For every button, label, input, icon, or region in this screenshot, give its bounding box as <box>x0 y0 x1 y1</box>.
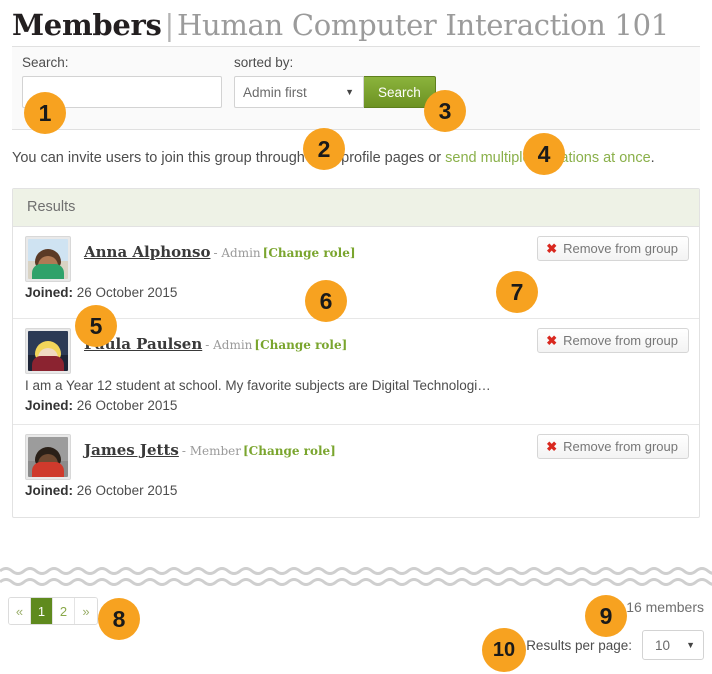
member-role: - Admin <box>213 246 261 260</box>
results-heading: Results <box>13 189 699 227</box>
avatar-body <box>32 462 64 477</box>
pagination-next[interactable]: » <box>75 598 97 624</box>
chevron-down-icon: ▼ <box>686 640 695 650</box>
remove-from-group-label: Remove from group <box>563 333 678 348</box>
change-role-link[interactable]: [Change role] <box>252 338 347 352</box>
member-meta: James Jetts - Member [Change role] <box>84 434 336 460</box>
avatar[interactable] <box>25 434 71 480</box>
member-meta: Paula Paulsen - Admin [Change role] <box>84 328 347 354</box>
joined-label: Joined: <box>25 285 74 300</box>
avatar[interactable] <box>25 236 71 282</box>
member-meta: Anna Alphonso - Admin [Change role] <box>84 236 356 262</box>
sorted-by-label: sorted by: <box>234 55 294 70</box>
sort-and-search-group: Admin first ▼ Search <box>234 76 436 108</box>
avatar-body <box>32 264 64 279</box>
results-per-page-label: Results per page: <box>526 637 632 653</box>
table-row: Anna Alphonso - Admin [Change role] Joined… <box>13 227 699 319</box>
callout-badge-7: 7 <box>496 271 538 313</box>
search-label: Search: <box>22 55 69 70</box>
sort-field-block: sorted by: Admin first ▼ Search <box>234 55 436 108</box>
close-icon: ✖ <box>546 439 558 454</box>
table-row: James Jetts - Member [Change role] Joined:… <box>13 425 699 517</box>
change-role-link[interactable]: [Change role] <box>261 246 356 260</box>
results-panel: Results Anna Alphonso - Admin [Change role… <box>12 188 700 518</box>
joined-date: 26 October 2015 <box>76 483 178 498</box>
pagination: « 1 2 » <box>8 597 98 625</box>
joined-date: 26 October 2015 <box>76 398 178 413</box>
callout-badge-6: 6 <box>305 280 347 322</box>
page-header: Members | Human Computer Interaction 101 <box>0 0 712 46</box>
remove-from-group-label: Remove from group <box>563 439 678 454</box>
member-count: 16 members <box>626 599 704 615</box>
page-title-group-name: Human Computer Interaction 101 <box>176 8 669 42</box>
remove-from-group-button[interactable]: ✖ Remove from group <box>537 434 689 459</box>
avatar[interactable] <box>25 328 71 374</box>
pagination-page-1[interactable]: 1 <box>31 598 53 624</box>
remove-from-group-button[interactable]: ✖ Remove from group <box>537 328 689 353</box>
callout-badge-3: 3 <box>424 90 466 132</box>
invite-text-after: . <box>650 150 655 166</box>
member-bio: I am a Year 12 student at school. My fav… <box>25 378 491 393</box>
remove-from-group-label: Remove from group <box>563 241 678 256</box>
search-field-row: Search: sorted by: Admin first ▼ Search <box>22 55 690 108</box>
pagination-previous[interactable]: « <box>9 598 31 624</box>
callout-badge-4: 4 <box>523 133 565 175</box>
page-title-separator: | <box>164 8 174 42</box>
table-row: Paula Paulsen - Admin [Change role] I am a… <box>13 319 699 425</box>
close-icon: ✖ <box>546 241 558 256</box>
member-joined: Joined: 26 October 2015 <box>25 283 687 302</box>
pagination-page-2[interactable]: 2 <box>53 598 75 624</box>
chevron-down-icon: ▼ <box>345 87 354 97</box>
callout-badge-8: 8 <box>98 598 140 640</box>
page-title-main: Members <box>12 8 162 42</box>
members-page: Members | Human Computer Interaction 101 S… <box>0 0 712 674</box>
member-joined: Joined: 26 October 2015 <box>25 481 687 500</box>
callout-badge-1: 1 <box>24 92 66 134</box>
page-title: Members | Human Computer Interaction 101 <box>12 6 700 44</box>
callout-badge-9: 9 <box>585 595 627 637</box>
content-cut-divider <box>0 567 712 586</box>
search-panel: Search: sorted by: Admin first ▼ Search <box>12 46 700 130</box>
callout-badge-2: 2 <box>303 128 345 170</box>
avatar-image-james-jetts <box>28 437 68 477</box>
joined-label: Joined: <box>25 483 74 498</box>
member-role: - Member <box>181 444 241 458</box>
results-per-page-value: 10 <box>655 637 671 653</box>
member-joined: Joined: 26 October 2015 <box>25 396 687 415</box>
avatar-body <box>32 356 64 371</box>
member-role: - Admin <box>205 338 253 352</box>
change-role-link[interactable]: [Change role] <box>241 444 336 458</box>
callout-badge-10: 10 <box>482 628 526 672</box>
avatar-image-anna-alphonso <box>28 239 68 279</box>
sort-select[interactable]: Admin first ▼ <box>234 76 364 108</box>
member-name-link[interactable]: James Jetts <box>84 441 179 459</box>
results-per-page-select[interactable]: 10 ▼ <box>642 630 704 660</box>
joined-label: Joined: <box>25 398 74 413</box>
close-icon: ✖ <box>546 333 558 348</box>
callout-badge-5: 5 <box>75 305 117 347</box>
remove-from-group-button[interactable]: ✖ Remove from group <box>537 236 689 261</box>
avatar-image-paula-paulsen <box>28 331 68 371</box>
invite-text-before: You can invite users to join this group … <box>12 150 446 166</box>
member-name-link[interactable]: Anna Alphonso <box>84 243 210 261</box>
sort-select-value: Admin first <box>243 84 307 100</box>
joined-date: 26 October 2015 <box>76 285 178 300</box>
